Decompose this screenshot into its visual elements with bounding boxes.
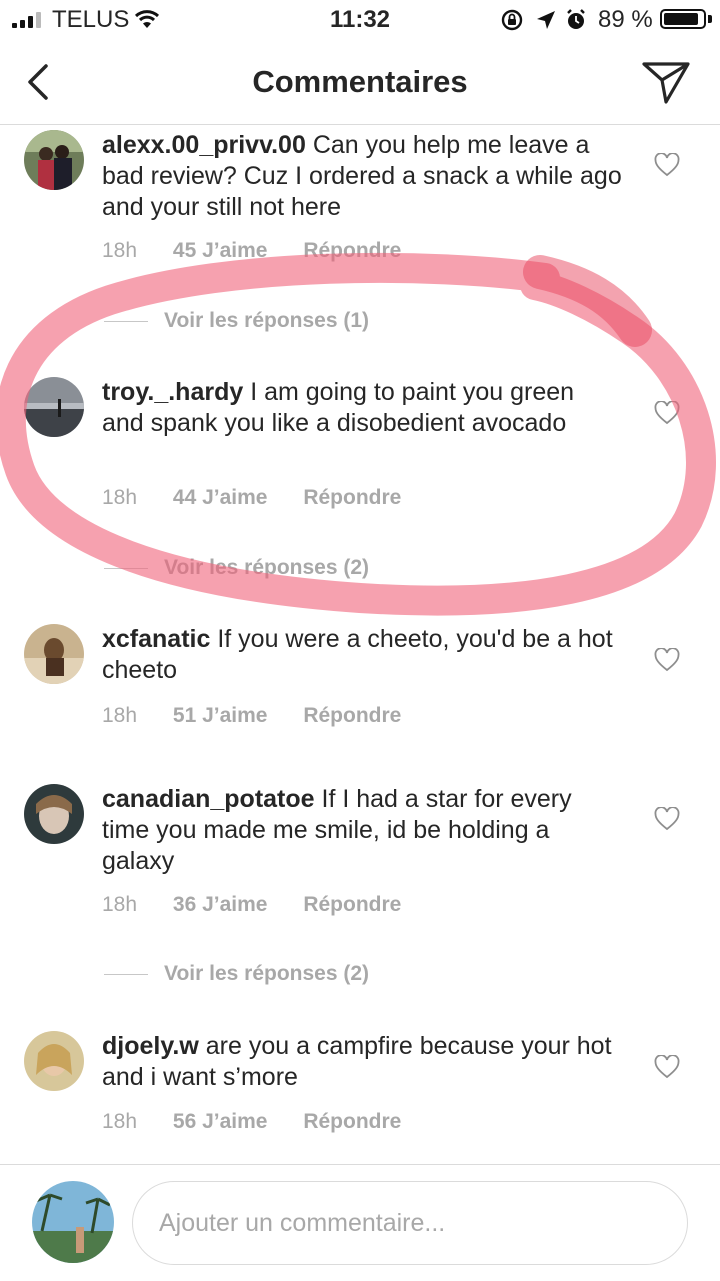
comment-meta: 18h 56 J’aime Répondre <box>102 1110 431 1134</box>
battery-level-fill <box>664 13 698 25</box>
status-icons <box>501 9 585 31</box>
comment-time: 18h <box>102 239 138 262</box>
comment-time: 18h <box>102 893 138 916</box>
comment-text: canadian_potatoe If I had a star for eve… <box>102 784 622 877</box>
comment-likes[interactable]: 44 J’aime <box>173 486 268 509</box>
comment-username[interactable]: alexx.00_privv.00 <box>102 131 306 159</box>
comment-likes[interactable]: 45 J’aime <box>173 239 268 262</box>
nav-bar: Commentaires <box>0 40 720 125</box>
comment-meta: 18h 45 J’aime Répondre <box>102 239 431 263</box>
comment-text: troy._.hardy I am going to paint you gre… <box>102 377 622 439</box>
avatar[interactable] <box>24 1031 84 1091</box>
view-replies-label: Voir les réponses (2) <box>164 962 370 985</box>
comment-input[interactable] <box>157 1202 661 1244</box>
comment-input-container <box>132 1181 688 1265</box>
like-heart-icon[interactable] <box>654 401 680 425</box>
replies-divider-line <box>104 320 148 322</box>
view-replies-label: Voir les réponses (1) <box>164 309 370 332</box>
comment-username[interactable]: canadian_potatoe <box>102 785 315 813</box>
avatar[interactable] <box>24 377 84 437</box>
avatar[interactable] <box>24 130 84 190</box>
comment-text: djoely.w are you a campfire because your… <box>102 1031 622 1093</box>
comment-composer <box>0 1164 720 1281</box>
battery-percentage: 89 % <box>598 6 653 33</box>
reply-button[interactable]: Répondre <box>303 239 401 262</box>
comment-time: 18h <box>102 704 138 727</box>
comment-username[interactable]: djoely.w <box>102 1032 199 1060</box>
view-replies-button[interactable]: Voir les réponses (2) <box>104 556 369 580</box>
page-title: Commentaires <box>252 64 468 99</box>
comment-meta: 18h 51 J’aime Répondre <box>102 704 431 728</box>
replies-divider-line <box>104 567 148 569</box>
like-heart-icon[interactable] <box>654 153 680 177</box>
replies-divider-line <box>104 973 148 975</box>
view-replies-button[interactable]: Voir les réponses (1) <box>104 309 369 333</box>
like-heart-icon[interactable] <box>654 648 680 672</box>
like-heart-icon[interactable] <box>654 1055 680 1079</box>
comment-username[interactable]: troy._.hardy <box>102 378 243 406</box>
reply-button[interactable]: Répondre <box>303 1110 401 1133</box>
view-replies-button[interactable]: Voir les réponses (2) <box>104 962 369 986</box>
battery-icon <box>660 9 706 29</box>
comment-username[interactable]: xcfanatic <box>102 625 210 653</box>
direct-message-send-icon[interactable] <box>640 58 692 106</box>
battery-nub <box>708 15 712 23</box>
alarm-icon <box>567 9 585 29</box>
comment-meta: 18h 44 J’aime Répondre <box>102 486 431 510</box>
reply-button[interactable]: Répondre <box>303 893 401 916</box>
reply-button[interactable]: Répondre <box>303 486 401 509</box>
avatar[interactable] <box>24 784 84 844</box>
comment-meta: 18h 36 J’aime Répondre <box>102 893 431 917</box>
comment-text: xcfanatic If you were a cheeto, you'd be… <box>102 624 622 686</box>
comment-time: 18h <box>102 1110 138 1133</box>
comment-time: 18h <box>102 486 138 509</box>
status-bar: TELUS 11:32 89 % <box>0 0 720 40</box>
location-arrow-icon <box>537 11 555 29</box>
orientation-lock-icon <box>501 9 523 31</box>
current-user-avatar <box>32 1181 114 1263</box>
avatar[interactable] <box>24 624 84 684</box>
comment-likes[interactable]: 36 J’aime <box>173 893 268 916</box>
comment-likes[interactable]: 51 J’aime <box>173 704 268 727</box>
reply-button[interactable]: Répondre <box>303 704 401 727</box>
like-heart-icon[interactable] <box>654 807 680 831</box>
comment-likes[interactable]: 56 J’aime <box>173 1110 268 1133</box>
view-replies-label: Voir les réponses (2) <box>164 556 370 579</box>
comment-text: alexx.00_privv.00 Can you help me leave … <box>102 130 622 223</box>
